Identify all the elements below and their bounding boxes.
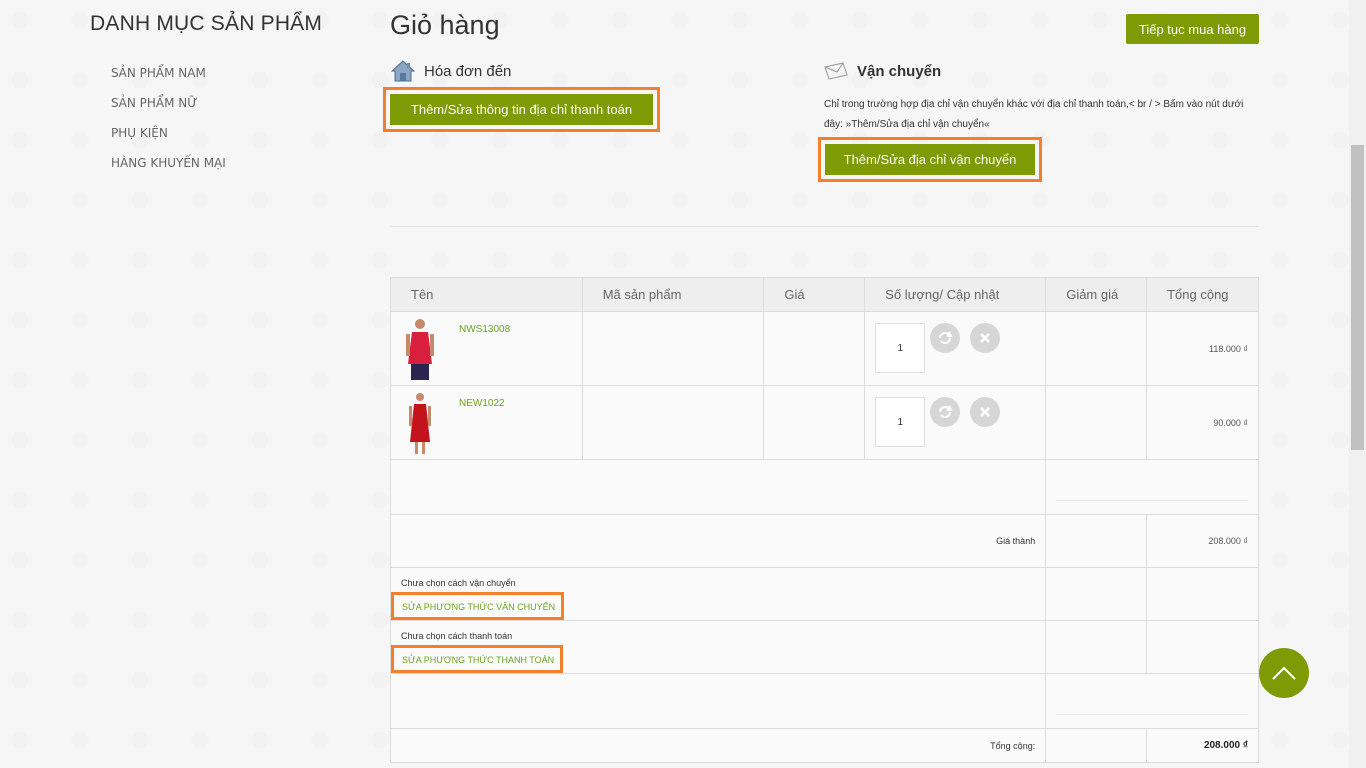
category-item-men[interactable]: SẢN PHẨM NAM bbox=[90, 58, 350, 88]
discount-cell bbox=[1045, 385, 1148, 460]
remove-icon[interactable] bbox=[970, 397, 1001, 427]
sku-cell bbox=[581, 385, 765, 460]
price-cell bbox=[763, 385, 866, 460]
house-icon bbox=[390, 60, 416, 82]
refresh-icon[interactable] bbox=[930, 397, 961, 427]
shipping-method-status: Chưa chọn cách vận chuyển bbox=[401, 578, 516, 588]
shipping-note: Chỉ trong trường hợp địa chỉ vận chuyển … bbox=[824, 99, 1244, 130]
product-code-link[interactable]: NEW1022 bbox=[459, 398, 505, 409]
cart-header-row: Tên Mã sản phẩm Giá Số lượng/ Cập nhật G… bbox=[390, 277, 1259, 312]
edit-shipping-address-button[interactable]: Thêm/Sửa địa chỉ vận chuyển bbox=[825, 144, 1035, 175]
item-total: 118.000 ₫ bbox=[1146, 311, 1259, 386]
edit-shipping-method-link[interactable]: SỬA PHƯƠNG THỨC VẬN CHUYỂN bbox=[402, 602, 555, 612]
sidebar-title: DANH MỤC SẢN PHẨM bbox=[90, 12, 323, 35]
shipping-heading: Vận chuyển bbox=[823, 59, 941, 83]
item-total: 90.000 ₫ bbox=[1146, 385, 1259, 460]
payment-method-highlight: SỬA PHƯƠNG THỨC THANH TOÁN bbox=[391, 645, 564, 673]
quantity-input[interactable] bbox=[875, 397, 926, 447]
sku-cell bbox=[581, 311, 765, 386]
product-cell: NWS13008 bbox=[390, 311, 583, 386]
edit-billing-address-button[interactable]: Thêm/Sửa thông tin địa chỉ thanh toán bbox=[390, 94, 653, 125]
header-price: Giá bbox=[763, 277, 866, 312]
section-divider bbox=[390, 226, 1259, 227]
billing-button-highlight: Thêm/Sửa thông tin địa chỉ thanh toán bbox=[383, 87, 660, 132]
billing-heading: Hóa đơn đến bbox=[390, 59, 511, 83]
header-sku: Mã sản phẩm bbox=[581, 277, 765, 312]
continue-shopping-button[interactable]: Tiếp tục mua hàng bbox=[1126, 14, 1259, 44]
quantity-cell bbox=[864, 385, 1047, 460]
red-dress-image[interactable] bbox=[403, 392, 437, 454]
cart-item-row: NEW1022 90.000 ₫ bbox=[390, 385, 1259, 460]
envelope-icon bbox=[824, 62, 848, 80]
shipping-method-row: Chưa chọn cách vận chuyển SỬA PHƯƠNG THỨ… bbox=[389, 567, 1259, 621]
subtotal-row: Giá thành 208.000 ₫ bbox=[389, 514, 1259, 568]
quantity-cell bbox=[864, 311, 1047, 386]
product-code-link[interactable]: NWS13008 bbox=[459, 324, 510, 335]
red-tank-top-image[interactable] bbox=[403, 318, 437, 380]
scroll-to-top-button[interactable] bbox=[1259, 648, 1309, 698]
shipping-method-highlight: SỬA PHƯƠNG THỨC VẬN CHUYỂN bbox=[391, 592, 565, 620]
shipping-button-highlight: Thêm/Sửa địa chỉ vận chuyển bbox=[818, 137, 1042, 182]
shipping-title: Vận chuyển bbox=[857, 62, 942, 80]
scrollbar-thumb[interactable] bbox=[1351, 145, 1364, 450]
category-item-sale[interactable]: HÀNG KHUYẾN MẠI bbox=[90, 148, 350, 178]
grand-total-row: Tổng cộng: 208.000 ₫ bbox=[389, 728, 1259, 763]
grand-total-value: 208.000 ₫ bbox=[1146, 728, 1259, 763]
cart-table: Tên Mã sản phẩm Giá Số lượng/ Cập nhật G… bbox=[389, 277, 1259, 763]
edit-payment-method-link[interactable]: SỬA PHƯƠNG THỨC THANH TOÁN bbox=[402, 655, 554, 665]
page-title: Giỏ hàng bbox=[390, 10, 500, 40]
header-total: Tổng cộng bbox=[1146, 277, 1259, 312]
category-item-women[interactable]: SẢN PHẨM NỮ bbox=[90, 88, 350, 118]
header-discount: Giảm giá bbox=[1045, 277, 1148, 312]
payment-method-status: Chưa chọn cách thanh toán bbox=[401, 631, 513, 641]
remove-icon[interactable] bbox=[970, 323, 1001, 353]
category-item-accessories[interactable]: PHỤ KIỆN bbox=[90, 118, 350, 148]
quantity-input[interactable] bbox=[875, 323, 926, 373]
header-name: Tên bbox=[390, 277, 583, 312]
refresh-icon[interactable] bbox=[930, 323, 961, 353]
grand-total-label: Tổng cộng: bbox=[389, 728, 1047, 763]
cart-item-row: NWS13008 118.000 ₫ bbox=[390, 311, 1259, 386]
subtotal-value: 208.000 ₫ bbox=[1146, 514, 1259, 568]
billing-title: Hóa đơn đến bbox=[424, 62, 512, 80]
subtotal-label: Giá thành bbox=[389, 514, 1047, 568]
category-list: SẢN PHẨM NAM SẢN PHẨM NỮ PHỤ KIỆN HÀNG K… bbox=[90, 58, 350, 178]
payment-method-row: Chưa chọn cách thanh toán SỬA PHƯƠNG THỨ… bbox=[389, 620, 1259, 674]
page-scrollbar[interactable] bbox=[1349, 0, 1366, 768]
discount-cell bbox=[1045, 311, 1148, 386]
spacer-row bbox=[389, 459, 1259, 515]
price-cell bbox=[763, 311, 866, 386]
chevron-up-icon bbox=[1272, 666, 1296, 680]
category-sidebar: DANH MỤC SẢN PHẨM SẢN PHẨM NAM SẢN PHẨM … bbox=[90, 12, 350, 178]
product-cell: NEW1022 bbox=[390, 385, 583, 460]
header-quantity: Số lượng/ Cập nhật bbox=[864, 277, 1047, 312]
spacer-row bbox=[389, 673, 1259, 729]
